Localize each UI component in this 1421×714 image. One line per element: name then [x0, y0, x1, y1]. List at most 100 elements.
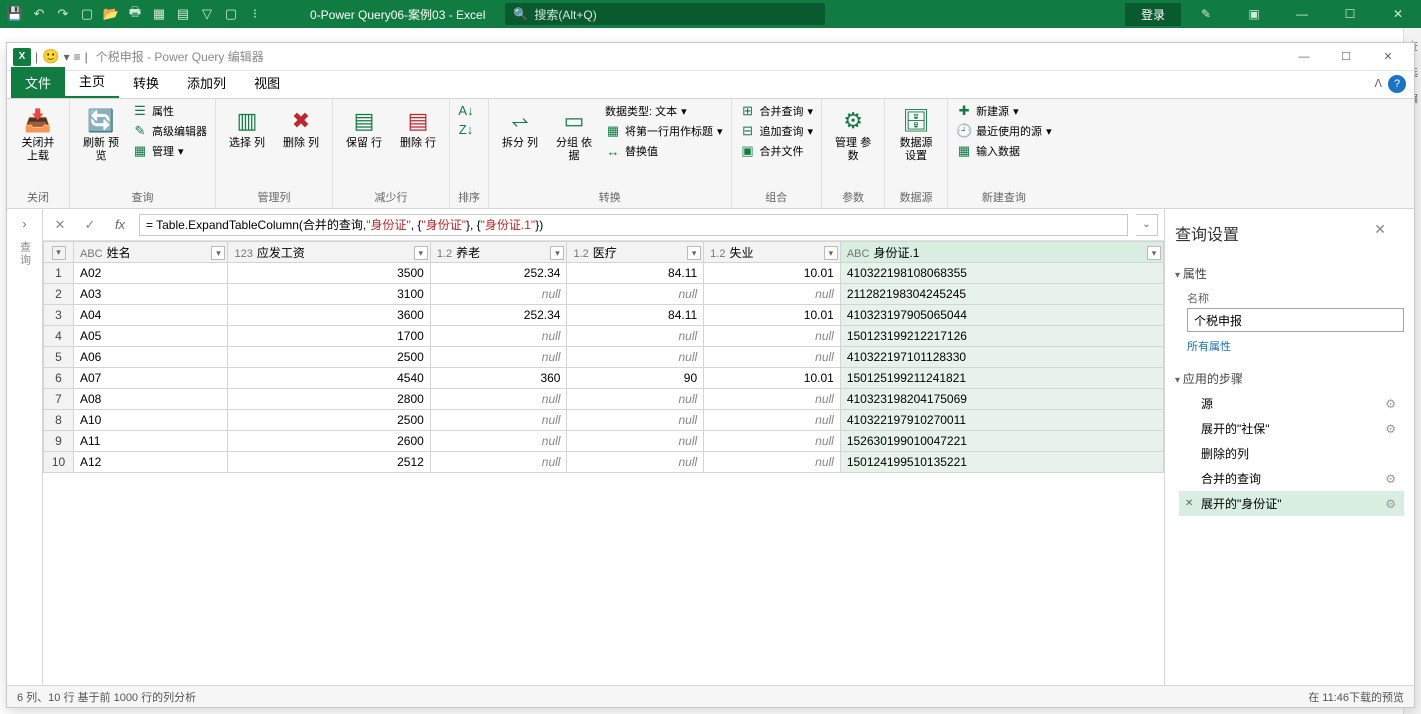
new-icon[interactable]: ▢ [76, 3, 98, 25]
pq-maximize-icon[interactable]: ☐ [1326, 45, 1366, 69]
recent-sources-button[interactable]: 🕘最近使用的源▾ [956, 123, 1052, 139]
properties-button[interactable]: ☰属性 [132, 103, 207, 119]
row-number[interactable]: 6 [44, 368, 74, 389]
cell[interactable]: 410322198108068355 [840, 263, 1163, 284]
all-properties-link[interactable]: 所有属性 [1187, 338, 1404, 354]
cell[interactable]: null [430, 284, 567, 305]
data-type-button[interactable]: 数据类型: 文本▾ [605, 103, 723, 119]
cell[interactable]: 2512 [228, 452, 430, 473]
cell[interactable]: null [430, 410, 567, 431]
tab-home[interactable]: 主页 [65, 65, 119, 98]
export-icon[interactable]: ▤ [172, 3, 194, 25]
cell[interactable]: 3600 [228, 305, 430, 326]
column-header[interactable]: 1.2养老▾ [430, 242, 567, 263]
filter-icon[interactable]: ▾ [824, 246, 838, 260]
type-icon[interactable]: ABC [80, 248, 103, 260]
redo-icon[interactable]: ↷ [52, 3, 74, 25]
cell[interactable]: null [567, 452, 704, 473]
manage-button[interactable]: ▦管理▾ [132, 143, 207, 159]
pq-close-icon[interactable]: ✕ [1368, 45, 1408, 69]
gear-icon[interactable]: ⚙ [1385, 497, 1396, 511]
new-source-button[interactable]: ✚新建源▾ [956, 103, 1052, 119]
cell[interactable]: 10.01 [704, 263, 841, 284]
cell[interactable]: 410322197101128330 [840, 347, 1163, 368]
gear-icon[interactable]: ⚙ [1385, 422, 1396, 436]
column-header[interactable]: ABC姓名▾ [74, 242, 228, 263]
row-number[interactable]: 8 [44, 410, 74, 431]
formula-expand-icon[interactable]: ⌄ [1136, 214, 1158, 236]
table-row[interactable]: 10A122512nullnullnull150124199510135221 [44, 452, 1164, 473]
cell[interactable]: A10 [74, 410, 228, 431]
section-steps[interactable]: 应用的步骤 [1175, 370, 1404, 387]
cell[interactable]: null [567, 410, 704, 431]
save-icon[interactable]: 💾 [4, 3, 26, 25]
cell[interactable]: A02 [74, 263, 228, 284]
column-header[interactable]: ABC身份证.1▾ [840, 242, 1163, 263]
gear-icon[interactable]: ⚙ [1385, 472, 1396, 486]
minimize-icon[interactable]: — [1279, 0, 1325, 28]
undo-icon[interactable]: ↶ [28, 3, 50, 25]
login-button[interactable]: 登录 [1125, 3, 1181, 26]
cell[interactable]: 2600 [228, 431, 430, 452]
column-header[interactable]: 123应发工资▾ [228, 242, 430, 263]
cell[interactable]: 2500 [228, 347, 430, 368]
enter-data-button[interactable]: ▦输入数据 [956, 143, 1052, 159]
filter-icon[interactable]: ▾ [1147, 246, 1161, 260]
cell[interactable]: 410322197910270011 [840, 410, 1163, 431]
step-item[interactable]: 删除的列 [1179, 441, 1404, 466]
cancel-formula-icon[interactable]: ✕ [49, 214, 71, 236]
cell[interactable]: 360 [430, 368, 567, 389]
gear-icon[interactable]: ⚙ [1385, 397, 1396, 411]
type-icon[interactable]: 1.2 [437, 248, 452, 260]
column-header[interactable]: 1.2医疗▾ [567, 242, 704, 263]
pq-minimize-icon[interactable]: — [1284, 45, 1324, 69]
cell[interactable]: 2800 [228, 389, 430, 410]
cell[interactable]: null [430, 431, 567, 452]
open-icon[interactable]: 📂 [100, 3, 122, 25]
table-row[interactable]: 5A062500nullnullnull410322197101128330 [44, 347, 1164, 368]
append-queries-button[interactable]: ⊟追加查询▾ [740, 123, 814, 139]
refresh-button[interactable]: 🔄刷新 预览 [78, 103, 124, 163]
cell[interactable]: 84.11 [567, 305, 704, 326]
close-load-button[interactable]: 📥关闭并 上载 [15, 103, 61, 163]
step-item[interactable]: 展开的"身份证"⚙ [1179, 491, 1404, 516]
cell[interactable]: null [430, 347, 567, 368]
cell[interactable]: null [704, 431, 841, 452]
cell[interactable]: null [704, 452, 841, 473]
cell[interactable]: A04 [74, 305, 228, 326]
query-name-input[interactable] [1187, 308, 1404, 332]
filter-icon[interactable]: ▾ [687, 246, 701, 260]
remove-rows-button[interactable]: ▤删除 行 [395, 103, 441, 150]
cell[interactable]: 10.01 [704, 305, 841, 326]
row-number[interactable]: 3 [44, 305, 74, 326]
tab-add-column[interactable]: 添加列 [173, 67, 240, 98]
step-item[interactable]: 源⚙ [1179, 391, 1404, 416]
table-row[interactable]: 1A023500252.3484.1110.014103221981080683… [44, 263, 1164, 284]
collapse-ribbon-icon[interactable]: ᐱ [1374, 77, 1382, 90]
manage-params-button[interactable]: ⚙管理 参数 [830, 103, 876, 163]
select-all-corner[interactable]: ▾ [44, 242, 74, 263]
cell[interactable]: 4540 [228, 368, 430, 389]
row-number[interactable]: 4 [44, 326, 74, 347]
close-icon[interactable]: ✕ [1375, 0, 1421, 28]
filter-icon[interactable]: ▾ [550, 246, 564, 260]
cell[interactable]: A11 [74, 431, 228, 452]
cell[interactable]: null [567, 347, 704, 368]
row-number[interactable]: 5 [44, 347, 74, 368]
data-source-button[interactable]: 🗄数据源 设置 [893, 103, 939, 163]
queries-nav-label[interactable]: 查询 [17, 241, 33, 267]
cell[interactable]: A06 [74, 347, 228, 368]
cell[interactable]: null [704, 410, 841, 431]
search-box[interactable]: 🔍 搜索(Alt+Q) [505, 3, 825, 25]
ribbon-mode-icon[interactable]: ▣ [1231, 0, 1277, 28]
keep-rows-button[interactable]: ▤保留 行 [341, 103, 387, 150]
advanced-editor-button[interactable]: ✎高级编辑器 [132, 123, 207, 139]
replace-values-button[interactable]: ↔替换值 [605, 143, 723, 159]
dropdown-icon[interactable]: ▾ [64, 50, 70, 64]
cell[interactable]: null [567, 389, 704, 410]
table-row[interactable]: 3A043600252.3484.1110.014103231979050650… [44, 305, 1164, 326]
print-icon[interactable]: 🖶 [124, 3, 146, 25]
formula-input[interactable]: = Table.ExpandTableColumn(合并的查询, "身份证" ,… [139, 214, 1128, 236]
row-number[interactable]: 7 [44, 389, 74, 410]
cell[interactable]: 10.01 [704, 368, 841, 389]
